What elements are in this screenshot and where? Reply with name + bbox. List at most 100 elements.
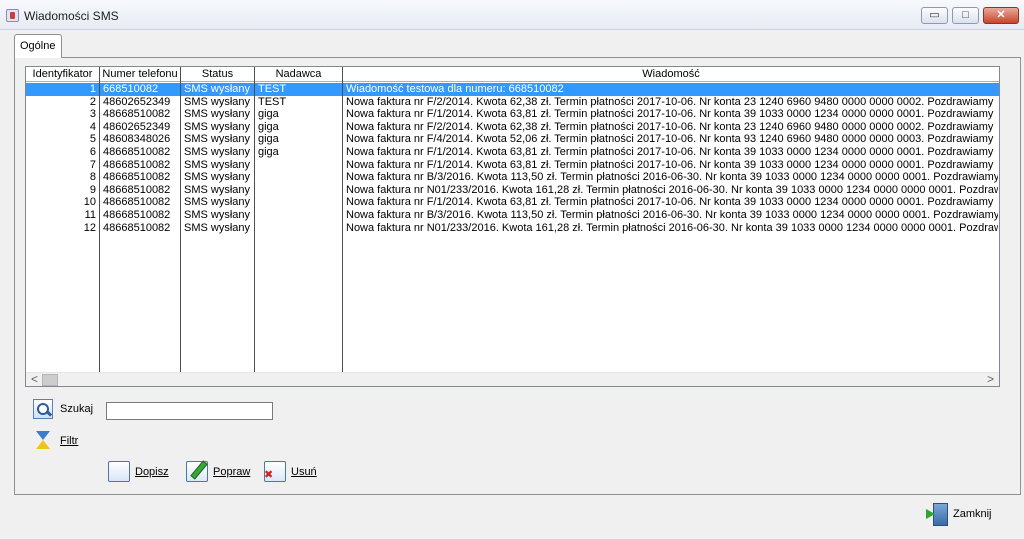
add-label: Dopisz bbox=[135, 466, 169, 478]
sms-table[interactable]: Identyfikator Numer telefonu Status Nada… bbox=[25, 66, 1000, 387]
title-bar: Wiadomości SMS ▭ □ ✕ bbox=[0, 0, 1024, 30]
cell-message: Nowa faktura nr F/2/2014. Kwota 62,38 zł… bbox=[346, 95, 994, 108]
cell-sender bbox=[258, 209, 340, 222]
app-icon bbox=[6, 9, 19, 22]
cell-id: 11 bbox=[84, 208, 96, 221]
cell-message: Nowa faktura nr F/1/2014. Kwota 63,81 zł… bbox=[346, 108, 994, 121]
cell-id: 9 bbox=[89, 183, 96, 196]
cell-sender: TEST bbox=[258, 95, 287, 108]
cell-message: Nowa faktura nr B/3/2016. Kwota 113,50 z… bbox=[346, 171, 998, 184]
cell-message: Nowa faktura nr F/2/2014. Kwota 62,38 zł… bbox=[346, 120, 994, 133]
cell-sender bbox=[258, 159, 340, 172]
delete-button[interactable]: Usuń bbox=[291, 461, 317, 483]
cell-id: 6 bbox=[89, 145, 96, 158]
column-header-sender[interactable]: Nadawca bbox=[255, 67, 343, 82]
close-button[interactable]: Zamknij bbox=[953, 503, 992, 525]
table-row[interactable]: 8 48668510082 SMS wysłany Nowa faktura nr B… bbox=[26, 171, 999, 184]
table-row[interactable]: 7 48668510082 SMS wysłany Nowa faktura nr F… bbox=[26, 159, 999, 172]
column-divider bbox=[180, 82, 181, 372]
filter-button[interactable]: Filtr bbox=[60, 435, 78, 447]
maximize-button[interactable]: □ bbox=[952, 7, 979, 24]
cell-status: SMS wysłany bbox=[184, 221, 251, 234]
table-row[interactable]: 3 48668510082 SMS wysłany giga Nowa faktura … bbox=[26, 108, 999, 121]
column-divider bbox=[99, 82, 100, 372]
cell-status: SMS wysłany bbox=[184, 133, 251, 146]
delete-icon[interactable] bbox=[264, 461, 286, 482]
scroll-left-arrow-icon[interactable]: < bbox=[26, 373, 43, 386]
scroll-thumb[interactable] bbox=[42, 374, 58, 386]
table-row[interactable]: 10 48668510082 SMS wysłany Nowa faktura nr … bbox=[26, 196, 999, 209]
cell-status: SMS wysłany bbox=[184, 196, 251, 209]
exit-door-icon[interactable] bbox=[926, 503, 948, 526]
cell-phone: 668510082 bbox=[103, 83, 159, 95]
search-icon[interactable] bbox=[33, 399, 53, 419]
cell-status: SMS wysłany bbox=[184, 120, 251, 133]
cell-message: Nowa faktura nr F/1/2014. Kwota 63,81 zł… bbox=[346, 145, 994, 158]
cell-id: 8 bbox=[89, 171, 96, 184]
window-title: Wiadomości SMS bbox=[24, 9, 119, 23]
column-header-id[interactable]: Identyfikator bbox=[26, 67, 100, 82]
table-row[interactable]: 2 48602652349 SMS wysłany TEST Nowa faktura … bbox=[26, 96, 999, 109]
cell-message: Wiadomość testowa dla numeru: 668510082 bbox=[346, 83, 564, 95]
cell-phone: 48668510082 bbox=[103, 145, 171, 158]
table-row[interactable]: 1 668510082 SMS wysłany TEST Wiadomość testo… bbox=[26, 83, 999, 96]
cell-id: 1 bbox=[89, 83, 96, 95]
cell-id: 7 bbox=[89, 158, 96, 171]
cell-sender: giga bbox=[258, 108, 279, 121]
column-header-phone[interactable]: Numer telefonu bbox=[100, 67, 181, 82]
filter-label: Filtr bbox=[60, 435, 79, 447]
cell-id: 2 bbox=[89, 95, 96, 108]
cell-message: Nowa faktura nr F/1/2014. Kwota 63,81 zł… bbox=[346, 158, 994, 171]
cell-sender bbox=[258, 171, 340, 184]
cell-status: SMS wysłany bbox=[184, 95, 251, 108]
search-label[interactable]: Szukaj bbox=[60, 403, 93, 415]
search-input[interactable] bbox=[106, 402, 273, 420]
minimize-button[interactable]: ▭ bbox=[921, 7, 948, 24]
cell-id: 4 bbox=[89, 120, 96, 133]
table-row[interactable]: 5 48608348026 SMS wysłany giga Nowa faktura … bbox=[26, 133, 999, 146]
cell-status: SMS wysłany bbox=[184, 158, 251, 171]
table-row[interactable]: 4 48602652349 SMS wysłany giga Nowa faktura … bbox=[26, 121, 999, 134]
cell-phone: 48602652349 bbox=[103, 120, 171, 133]
cell-id: 3 bbox=[89, 108, 96, 121]
cell-status: SMS wysłany bbox=[184, 208, 251, 221]
column-header-message[interactable]: Wiadomość bbox=[343, 67, 999, 82]
cell-phone: 48668510082 bbox=[103, 171, 171, 184]
cell-message: Nowa faktura nr F/1/2014. Kwota 63,81 zł… bbox=[346, 196, 994, 209]
cell-sender bbox=[258, 196, 340, 209]
table-header: Identyfikator Numer telefonu Status Nada… bbox=[26, 67, 999, 82]
cell-phone: 48668510082 bbox=[103, 196, 171, 209]
cell-id: 12 bbox=[83, 221, 96, 234]
cell-phone: 48602652349 bbox=[103, 95, 171, 108]
cell-status: SMS wysłany bbox=[184, 108, 251, 121]
table-row[interactable]: 11 48668510082 SMS wysłany Nowa faktura nr … bbox=[26, 209, 999, 222]
cell-message: Nowa faktura nr N01/233/2016. Kwota 161,… bbox=[346, 221, 998, 234]
cell-status: SMS wysłany bbox=[184, 171, 251, 184]
cell-message: Nowa faktura nr B/3/2016. Kwota 113,50 z… bbox=[346, 208, 998, 221]
add-button[interactable]: Dopisz bbox=[135, 461, 169, 483]
cell-message: Nowa faktura nr N01/233/2016. Kwota 161,… bbox=[346, 183, 998, 196]
close-window-button[interactable]: ✕ bbox=[983, 7, 1019, 24]
horizontal-scrollbar[interactable]: < > bbox=[26, 372, 999, 386]
edit-label: Popraw bbox=[213, 466, 251, 478]
filter-icon[interactable] bbox=[34, 430, 54, 450]
add-icon[interactable] bbox=[108, 461, 130, 482]
edit-button[interactable]: Popraw bbox=[213, 461, 250, 483]
table-row[interactable]: 6 48668510082 SMS wysłany giga Nowa faktura … bbox=[26, 146, 999, 159]
cell-sender bbox=[258, 222, 340, 235]
cell-phone: 48608348026 bbox=[103, 133, 171, 146]
cell-sender: TEST bbox=[258, 83, 287, 95]
table-row[interactable]: 9 48668510082 SMS wysłany Nowa faktura nr N… bbox=[26, 184, 999, 197]
delete-label: Usuń bbox=[291, 466, 317, 478]
cell-phone: 48668510082 bbox=[103, 183, 171, 196]
cell-message: Nowa faktura nr F/4/2014. Kwota 52,06 zł… bbox=[346, 133, 994, 146]
edit-icon[interactable] bbox=[186, 461, 208, 482]
table-row[interactable]: 12 48668510082 SMS wysłany Nowa faktura nr … bbox=[26, 222, 999, 235]
scroll-right-arrow-icon[interactable]: > bbox=[982, 373, 999, 386]
column-divider bbox=[342, 82, 343, 372]
column-header-status[interactable]: Status bbox=[181, 67, 255, 82]
cell-status: SMS wysłany bbox=[184, 183, 251, 196]
tab-label: Ogólne bbox=[20, 40, 56, 52]
tab-ogolne[interactable]: Ogólne bbox=[14, 34, 62, 58]
cell-sender: giga bbox=[258, 120, 279, 133]
